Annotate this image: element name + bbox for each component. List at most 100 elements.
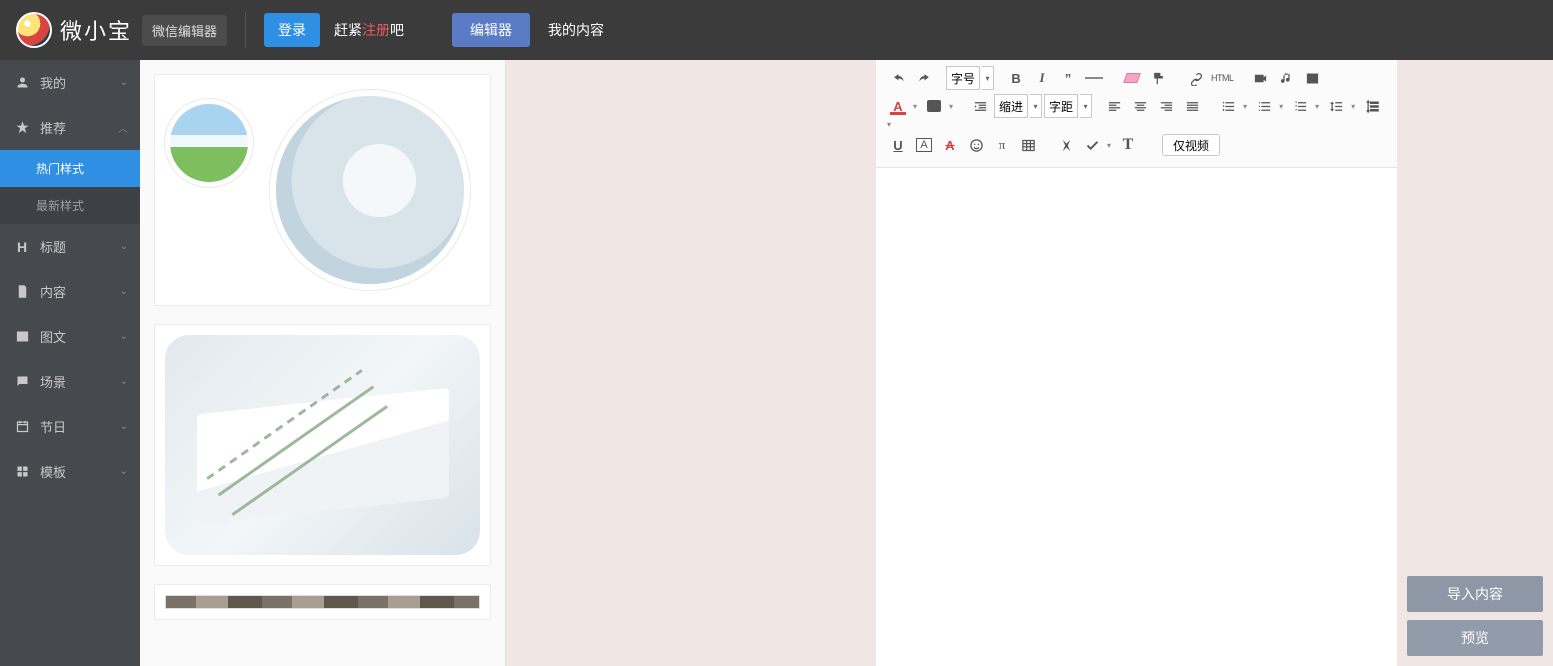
- underline-button[interactable]: U: [886, 133, 910, 157]
- sidebar-item-festival[interactable]: 节日 ⌄: [0, 404, 140, 449]
- sidebar-sub-hot[interactable]: 热门样式: [0, 150, 140, 187]
- heading-icon: H: [14, 239, 30, 255]
- sidebar-item-scene[interactable]: 场景 ⌄: [0, 359, 140, 404]
- login-button[interactable]: 登录: [264, 13, 320, 47]
- align-left-button[interactable]: [1102, 94, 1126, 118]
- sidebar-item-recommend[interactable]: 推荐 ︿: [0, 105, 140, 150]
- html-button[interactable]: HTML: [1210, 66, 1235, 90]
- preview-canvas[interactable]: [506, 60, 876, 666]
- editor-toolbar: 字号 ▾ B I ” HTML A ▾ ▾ 缩进 ▾: [876, 60, 1397, 168]
- nav-my-content[interactable]: 我的内容: [530, 13, 622, 47]
- font-color-button[interactable]: A: [886, 94, 910, 118]
- document-icon: [14, 284, 30, 300]
- bullet-list-button[interactable]: [1288, 94, 1312, 118]
- bg-color-button[interactable]: [922, 94, 946, 118]
- quote-button[interactable]: ”: [1056, 66, 1080, 90]
- sidebar-label-mine: 我的: [40, 73, 66, 92]
- chevron-down-icon: ⌄: [120, 376, 128, 387]
- align-right-button[interactable]: [1154, 94, 1178, 118]
- fontsize-select[interactable]: 字号: [946, 66, 980, 90]
- preview-button[interactable]: 预览: [1407, 620, 1543, 656]
- table-button[interactable]: [1016, 133, 1040, 157]
- logo-text: 微小宝: [60, 14, 132, 46]
- import-button[interactable]: 导入内容: [1407, 576, 1543, 612]
- font-color-dropdown[interactable]: ▾: [910, 102, 920, 111]
- boxed-a-button[interactable]: A: [912, 133, 936, 157]
- chevron-up-icon: ︿: [118, 120, 128, 135]
- ordered-list-button[interactable]: [1216, 94, 1240, 118]
- nav-editor[interactable]: 编辑器: [452, 13, 530, 47]
- eraser-button[interactable]: [1120, 66, 1144, 90]
- chevron-down-icon: ⌄: [120, 241, 128, 252]
- right-action-panel: 导入内容 预览: [1397, 60, 1553, 666]
- image-icon: [14, 329, 30, 345]
- align-justify-button[interactable]: [1180, 94, 1204, 118]
- line-height-dropdown[interactable]: ▾: [1348, 102, 1358, 111]
- bg-color-dropdown[interactable]: ▾: [946, 102, 956, 111]
- grid-icon: [14, 464, 30, 480]
- sidebar-label-scene: 场景: [40, 372, 66, 391]
- find-button[interactable]: [1054, 133, 1078, 157]
- undo-button[interactable]: [886, 66, 910, 90]
- line-height-button[interactable]: [1324, 94, 1348, 118]
- sidebar-item-imgtext[interactable]: 图文 ⌄: [0, 314, 140, 359]
- emoji-button[interactable]: [964, 133, 988, 157]
- star-icon: [14, 120, 30, 136]
- header-divider: [245, 12, 246, 48]
- video-button[interactable]: [1249, 66, 1273, 90]
- para-spacing-button[interactable]: [1360, 94, 1384, 118]
- sidebar-item-title[interactable]: H 标题 ⌄: [0, 224, 140, 269]
- hr-button[interactable]: [1082, 66, 1106, 90]
- ordered-list-dropdown[interactable]: ▾: [1240, 102, 1250, 111]
- style-preview-circles: [165, 85, 480, 295]
- product-badge: 微信编辑器: [142, 15, 227, 46]
- fontsize-dropdown[interactable]: ▾: [982, 66, 994, 90]
- style-card-3[interactable]: [154, 584, 491, 620]
- spacing-dropdown[interactable]: ▾: [1080, 94, 1092, 118]
- indent-select[interactable]: 缩进: [994, 94, 1028, 118]
- sidebar-label-template: 模板: [40, 462, 66, 481]
- check-button[interactable]: [1080, 133, 1104, 157]
- register-suffix: 吧: [390, 22, 404, 38]
- style-card-2[interactable]: [154, 324, 491, 566]
- link-button[interactable]: [1184, 66, 1208, 90]
- chevron-down-icon: ⌄: [120, 77, 128, 88]
- strike-button[interactable]: A: [938, 133, 962, 157]
- formula-button[interactable]: π: [990, 133, 1014, 157]
- chat-icon: [14, 374, 30, 390]
- editor-panel: 字号 ▾ B I ” HTML A ▾ ▾ 缩进 ▾: [876, 60, 1397, 666]
- unordered-list-button[interactable]: [1252, 94, 1276, 118]
- audio-button[interactable]: [1275, 66, 1299, 90]
- align-center-button[interactable]: [1128, 94, 1152, 118]
- bullet-list-dropdown[interactable]: ▾: [1312, 102, 1322, 111]
- video-only-button[interactable]: 仅视频: [1162, 134, 1220, 156]
- text-tool-button[interactable]: T: [1116, 133, 1140, 157]
- italic-button[interactable]: I: [1030, 66, 1054, 90]
- check-dropdown[interactable]: ▾: [1104, 141, 1114, 150]
- bold-button[interactable]: B: [1004, 66, 1028, 90]
- sidebar-item-content[interactable]: 内容 ⌄: [0, 269, 140, 314]
- chevron-down-icon: ⌄: [120, 331, 128, 342]
- sidebar: 我的 ⌄ 推荐 ︿ 热门样式 最新样式 H 标题 ⌄ 内容 ⌄ 图文 ⌄ 场景 …: [0, 60, 140, 666]
- indent-dropdown[interactable]: ▾: [1030, 94, 1042, 118]
- sidebar-item-template[interactable]: 模板 ⌄: [0, 449, 140, 494]
- sidebar-label-content: 内容: [40, 282, 66, 301]
- logo-icon: [16, 12, 52, 48]
- sidebar-item-mine[interactable]: 我的 ⌄: [0, 60, 140, 105]
- editor-content[interactable]: [876, 168, 1397, 568]
- format-paint-button[interactable]: [1146, 66, 1170, 90]
- app-header: 微小宝 微信编辑器 登录 赶紧注册吧 编辑器 我的内容: [0, 0, 1553, 60]
- redo-button[interactable]: [912, 66, 936, 90]
- unordered-list-dropdown[interactable]: ▾: [1276, 102, 1286, 111]
- image-button[interactable]: [1301, 66, 1325, 90]
- style-card-1[interactable]: [154, 74, 491, 306]
- spacing-select[interactable]: 字距: [1044, 94, 1078, 118]
- outdent-button[interactable]: [968, 94, 992, 118]
- para-spacing-dropdown[interactable]: ▾: [884, 120, 894, 129]
- register-link[interactable]: 注册: [362, 22, 390, 38]
- style-gallery[interactable]: [140, 60, 506, 666]
- logo[interactable]: 微小宝: [16, 12, 132, 48]
- calendar-icon: [14, 419, 30, 435]
- sidebar-sub-new[interactable]: 最新样式: [0, 187, 140, 224]
- chevron-down-icon: ⌄: [120, 421, 128, 432]
